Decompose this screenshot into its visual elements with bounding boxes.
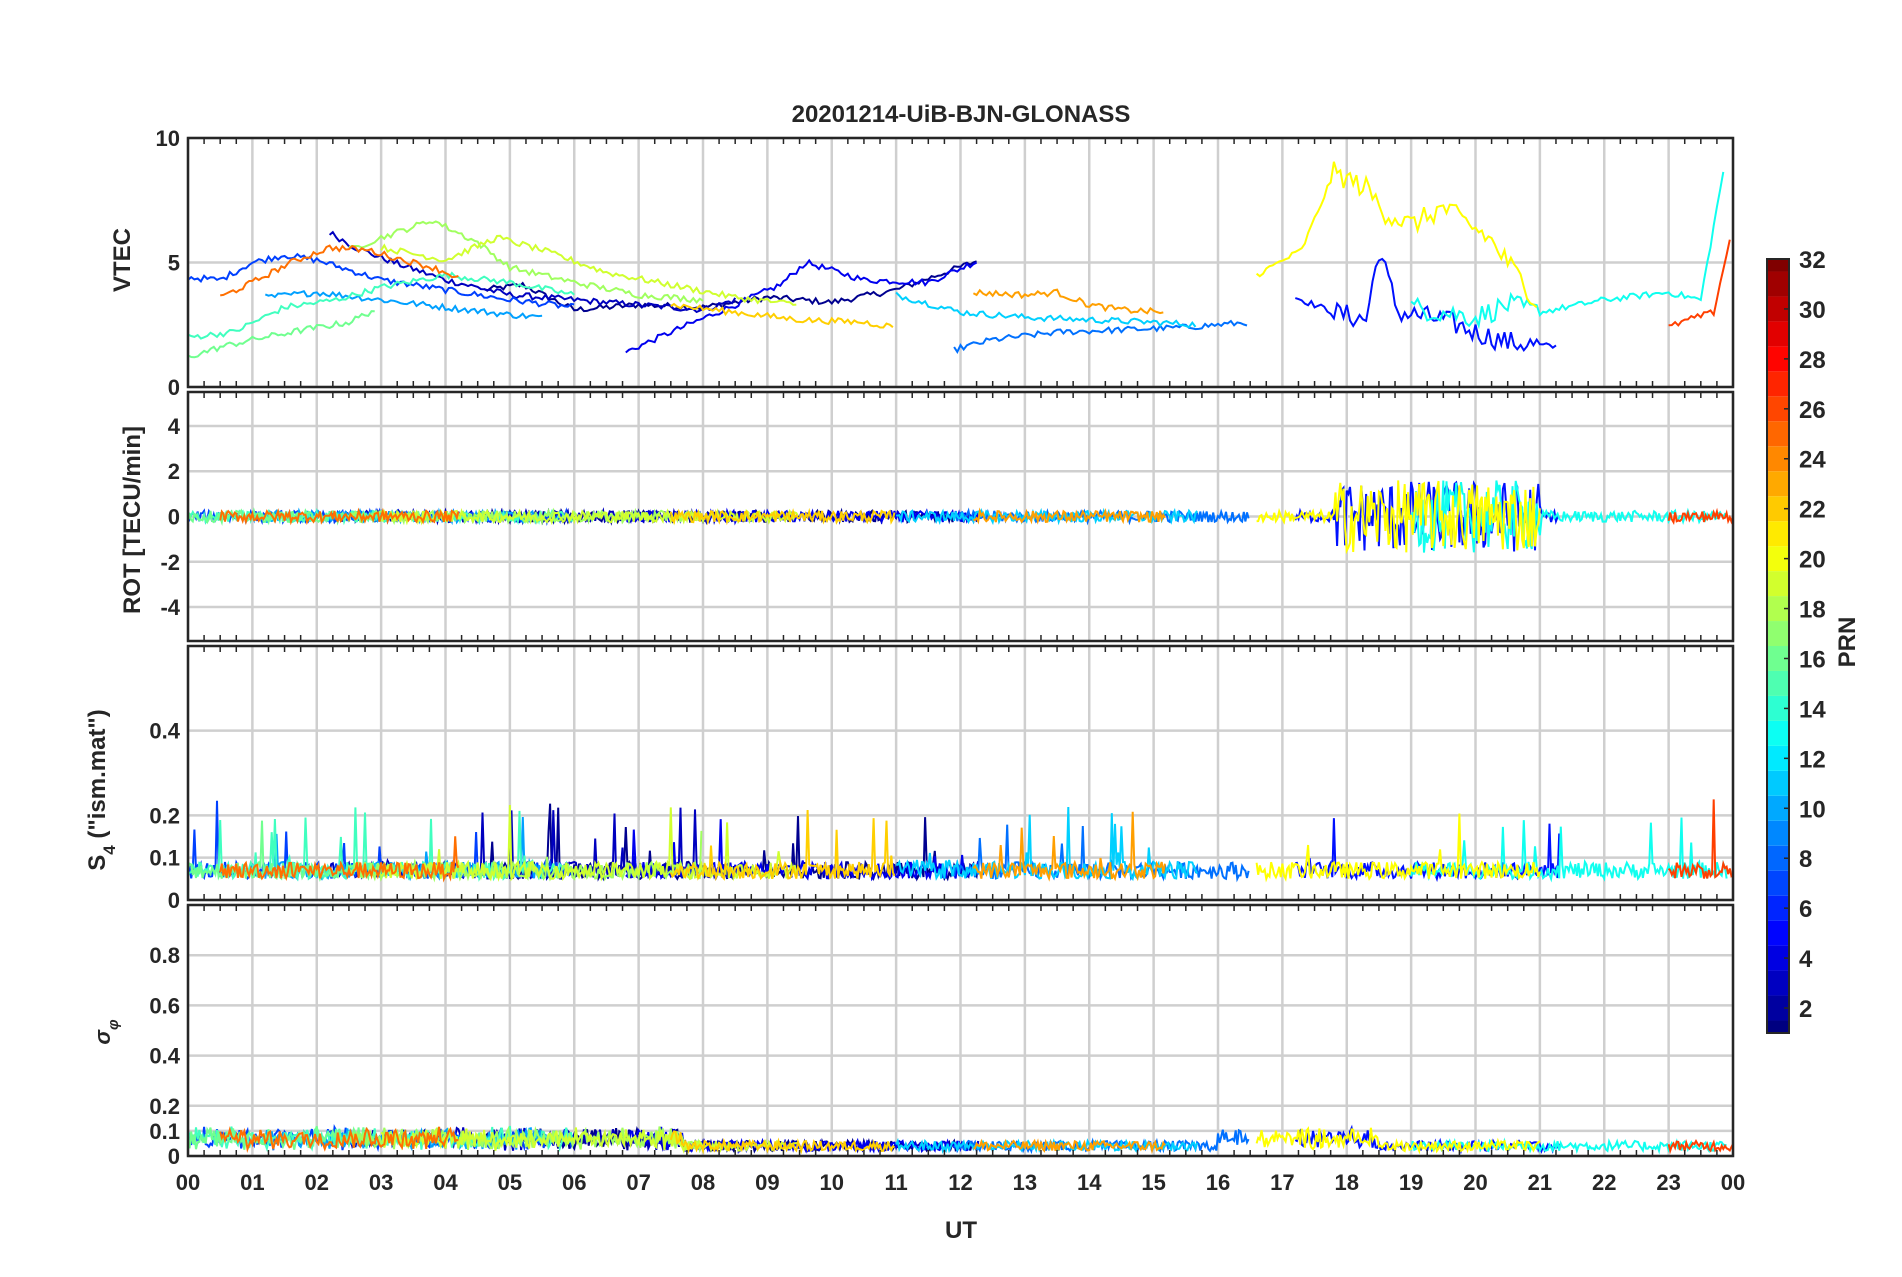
colorbar-tick-label: 24 bbox=[1799, 447, 1826, 474]
panel-vtec: 0 5 10 bbox=[156, 126, 1735, 400]
colorbar: 2468101214161820222426283032 bbox=[1766, 247, 1826, 1034]
chart-title: 20201214-UiB-BJN-GLONASS bbox=[792, 101, 1131, 128]
y-tick-label: 0 bbox=[168, 888, 180, 913]
colorbar-label: PRN bbox=[1834, 617, 1861, 668]
colorbar-tick-label: 8 bbox=[1799, 846, 1812, 873]
colorbar-segment bbox=[1767, 321, 1789, 347]
y-tick-label: 0.4 bbox=[149, 1044, 180, 1069]
x-tick-label: 19 bbox=[1399, 1170, 1423, 1195]
colorbar-tick-label: 10 bbox=[1799, 796, 1826, 823]
colorbar-segment bbox=[1767, 870, 1789, 896]
y-tick-label: 0.4 bbox=[149, 719, 180, 744]
colorbar-tick-label: 14 bbox=[1799, 696, 1826, 723]
panel-s4: 0 0.1 0.2 0.4 bbox=[149, 644, 1735, 913]
y-tick-label: 0.2 bbox=[149, 803, 180, 828]
x-tick-label: 15 bbox=[1141, 1170, 1165, 1195]
colorbar-tick-label: 2 bbox=[1799, 996, 1812, 1023]
y-tick-label: 0.6 bbox=[149, 993, 180, 1018]
x-axis-label: UT bbox=[945, 1217, 977, 1244]
colorbar-segment bbox=[1767, 371, 1789, 397]
colorbar-tick-label: 20 bbox=[1799, 547, 1826, 574]
colorbar-tick-label: 28 bbox=[1799, 347, 1826, 374]
x-tick-label: 00 bbox=[176, 1170, 200, 1195]
x-tick-label: 02 bbox=[305, 1170, 329, 1195]
colorbar-segment bbox=[1767, 271, 1789, 297]
colorbar-segment bbox=[1767, 621, 1789, 646]
x-tick-label: 17 bbox=[1270, 1170, 1294, 1195]
x-tick-label: 06 bbox=[562, 1170, 586, 1195]
y-tick-label: 0.2 bbox=[149, 1094, 180, 1119]
y-tick-label: 0.8 bbox=[149, 943, 180, 968]
colorbar-segment bbox=[1767, 571, 1789, 597]
y-tick-label: 5 bbox=[168, 251, 180, 276]
colorbar-segment bbox=[1767, 770, 1789, 796]
ylabel-rot: ROT [TECU/min] bbox=[119, 426, 146, 614]
ylabel-sigma: σφ bbox=[90, 1019, 122, 1045]
colorbar-segment bbox=[1767, 421, 1789, 447]
x-tick-label: 09 bbox=[755, 1170, 779, 1195]
x-tick-label: 11 bbox=[884, 1170, 907, 1195]
colorbar-segment bbox=[1767, 471, 1789, 497]
colorbar-segment bbox=[1767, 920, 1789, 946]
x-tick-label: 05 bbox=[498, 1170, 522, 1195]
x-tick-labels: 00 01 02 03 04 05 06 07 08 09 10 11 12 13 14 15 16 17 18 19… bbox=[176, 1170, 1745, 1195]
colorbar-segment bbox=[1767, 1020, 1789, 1033]
x-tick-label: 10 bbox=[820, 1170, 844, 1195]
panel-sigma: 00.10.2 0.4 0.6 0.8 bbox=[149, 903, 1735, 1169]
colorbar-tick-label: 6 bbox=[1799, 896, 1812, 923]
y-tick-label: 0 bbox=[168, 505, 180, 530]
y-tick-label: 10 bbox=[156, 126, 180, 151]
y-tick-label: -4 bbox=[160, 595, 180, 620]
y-tick-label: -2 bbox=[160, 550, 180, 575]
x-tick-label: 01 bbox=[240, 1170, 264, 1195]
x-tick-label: 14 bbox=[1077, 1170, 1102, 1195]
y-tick-label: 2 bbox=[168, 459, 180, 484]
x-tick-label: 12 bbox=[948, 1170, 972, 1195]
x-tick-label: 04 bbox=[433, 1170, 458, 1195]
colorbar-segment bbox=[1767, 820, 1789, 846]
colorbar-tick-label: 18 bbox=[1799, 597, 1826, 624]
x-tick-label: 18 bbox=[1335, 1170, 1359, 1195]
colorbar-segment bbox=[1767, 670, 1789, 696]
x-tick-label: 08 bbox=[691, 1170, 715, 1195]
colorbar-segment bbox=[1767, 521, 1789, 547]
colorbar-tick-label: 22 bbox=[1799, 497, 1826, 524]
y-tick-label: 0.1 bbox=[149, 846, 180, 871]
colorbar-tick-label: 12 bbox=[1799, 746, 1826, 773]
x-tick-label: 21 bbox=[1528, 1170, 1552, 1195]
x-tick-label: 13 bbox=[1013, 1170, 1037, 1195]
x-tick-label: 22 bbox=[1592, 1170, 1616, 1195]
x-tick-label: 07 bbox=[626, 1170, 650, 1195]
colorbar-segment bbox=[1767, 970, 1789, 996]
colorbar-tick-label: 4 bbox=[1799, 946, 1813, 973]
x-tick-label: 00 bbox=[1721, 1170, 1745, 1195]
colorbar-tick-label: 16 bbox=[1799, 646, 1826, 673]
y-tick-label: 0 bbox=[168, 375, 180, 400]
colorbar-tick-label: 30 bbox=[1799, 297, 1826, 324]
y-tick-label: 0.1 bbox=[149, 1119, 180, 1144]
colorbar-segment bbox=[1767, 259, 1789, 272]
panel-rot: -4 -2 0 2 4 bbox=[160, 390, 1735, 643]
ylabel-vtec: VTEC bbox=[109, 228, 136, 292]
colorbar-tick-label: 26 bbox=[1799, 397, 1826, 424]
ylabel-s4: S4 ("ism.mat") bbox=[84, 709, 119, 871]
x-tick-label: 23 bbox=[1656, 1170, 1680, 1195]
x-tick-label: 03 bbox=[369, 1170, 393, 1195]
y-tick-label: 4 bbox=[168, 414, 181, 439]
colorbar-tick-label: 32 bbox=[1799, 247, 1826, 274]
y-tick-label: 0 bbox=[168, 1144, 180, 1169]
x-tick-label: 16 bbox=[1206, 1170, 1230, 1195]
chart-svg: 20201214-UiB-BJN-GLONASS 0510 -4-2024 00… bbox=[84, 101, 1861, 1244]
x-tick-label: 20 bbox=[1463, 1170, 1487, 1195]
figure: 20201214-UiB-BJN-GLONASS 0 5 10 -4 -2 0 2 4 00… bbox=[0, 0, 1902, 1272]
colorbar-segment bbox=[1767, 720, 1789, 746]
